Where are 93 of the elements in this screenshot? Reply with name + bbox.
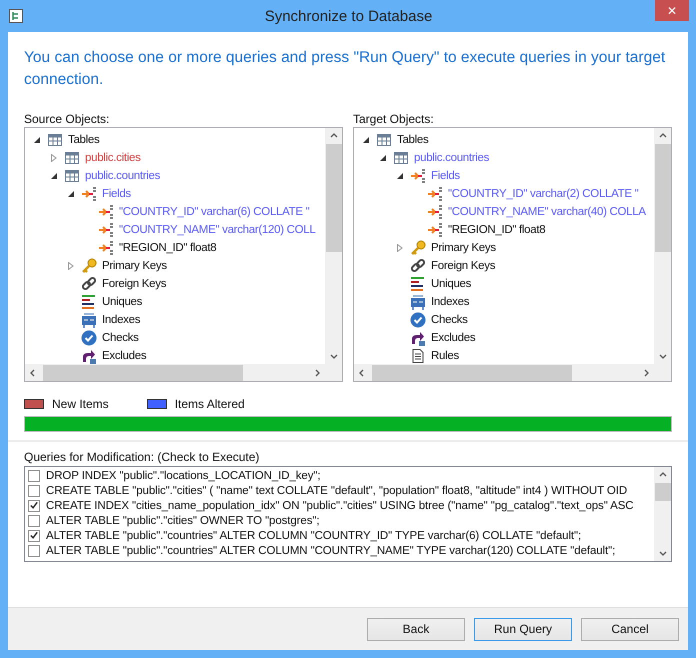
- expand-icon[interactable]: [50, 154, 58, 162]
- tree-item[interactable]: "COUNTRY_ID" varchar(6) COLLATE ": [119, 206, 310, 218]
- chain-icon: [81, 276, 97, 292]
- table-icon: [393, 150, 409, 166]
- table-icon: [64, 168, 80, 184]
- query-text: ALTER TABLE "public"."cities" OWNER TO "postgres";: [46, 514, 320, 526]
- query-text: ALTER TABLE "public"."countries" ALTER COLUMN "COUNTRY_ID" TYPE varchar(6) COLLATE "default";: [46, 530, 582, 542]
- fields-icon: [81, 186, 97, 202]
- vertical-scrollbar[interactable]: [654, 128, 671, 364]
- tree-item[interactable]: "REGION_ID" float8: [448, 224, 546, 236]
- table-icon: [47, 132, 63, 148]
- chain-icon: [410, 258, 426, 274]
- tree-item[interactable]: public.countries: [414, 152, 490, 164]
- scrollbar-thumb[interactable]: [43, 364, 243, 380]
- tree-item[interactable]: Uniques: [431, 278, 472, 290]
- expand-icon[interactable]: [396, 244, 404, 252]
- pane-label: Source Objects:: [24, 111, 110, 127]
- vertical-scrollbar[interactable]: [654, 467, 671, 561]
- field-icon: [98, 222, 114, 238]
- collapse-icon[interactable]: [50, 172, 58, 180]
- dialog-button[interactable]: Run Query: [474, 618, 572, 640]
- lines-icon: [410, 276, 426, 292]
- query-text: CREATE TABLE "public"."cities" ( "name" text COLLATE "default", "population" float8, "altitude" int4 ) WITHOUT OID: [46, 484, 628, 496]
- key-icon: [410, 240, 426, 256]
- collapse-icon[interactable]: [379, 154, 387, 162]
- fields-icon: [410, 168, 426, 184]
- arrow-icon: [410, 330, 426, 346]
- tree-item[interactable]: Excludes: [102, 350, 146, 362]
- dialog-button[interactable]: Back: [367, 618, 465, 640]
- tree-item[interactable]: "COUNTRY_ID" varchar(2) COLLATE ": [448, 188, 638, 200]
- tree-item[interactable]: Tables: [397, 134, 428, 146]
- tree-item[interactable]: public.countries: [85, 170, 160, 182]
- tree-item[interactable]: Uniques: [102, 296, 142, 308]
- field-icon: [98, 204, 114, 220]
- checkbox[interactable]: [28, 484, 40, 496]
- queries-label: Queries for Modification: (Check to Execute): [24, 450, 260, 464]
- collapse-icon[interactable]: [67, 190, 75, 198]
- vertical-scrollbar[interactable]: [325, 128, 342, 364]
- query-text: ALTER TABLE "public"."countries" ALTER COLUMN "COUNTRY_NAME" TYPE varchar(120) COLLATE "default";: [46, 544, 616, 556]
- tree-item[interactable]: "REGION_ID" float8: [119, 242, 216, 254]
- scrollbar-thumb[interactable]: [654, 144, 670, 252]
- field-icon: [427, 186, 443, 202]
- query-text: DROP INDEX "public"."locations_LOCATION_ID_key";: [46, 470, 320, 482]
- checkbox[interactable]: [28, 470, 40, 482]
- tree-item[interactable]: Indexes: [102, 314, 140, 326]
- tree-item[interactable]: Indexes: [431, 296, 470, 308]
- legend-label: Items Altered: [174, 397, 245, 411]
- tree-item[interactable]: Primary Keys: [431, 242, 496, 254]
- tree-item[interactable]: "COUNTRY_NAME" varchar(40) COLLA: [448, 206, 646, 218]
- checkbox[interactable]: [28, 530, 40, 542]
- checkbox[interactable]: [28, 544, 40, 556]
- checkbox[interactable]: [28, 514, 40, 526]
- pane-label: Target Objects:: [353, 111, 435, 127]
- checkbox[interactable]: [28, 500, 40, 512]
- tree-item[interactable]: Checks: [431, 314, 468, 326]
- scrollbar-thumb[interactable]: [326, 144, 342, 252]
- tree-item[interactable]: Primary Keys: [102, 260, 167, 272]
- collapse-icon[interactable]: [33, 136, 41, 144]
- check-icon: [410, 312, 426, 328]
- tree-item[interactable]: Foreign Keys: [431, 260, 496, 272]
- intro-text: You can choose one or more queries and press "Run Query" to execute queries in your target connection.: [24, 48, 666, 90]
- field-icon: [98, 240, 114, 256]
- tree-item[interactable]: Checks: [102, 332, 139, 344]
- tree-item[interactable]: Fields: [431, 170, 460, 182]
- index-icon: [81, 312, 97, 328]
- lines-icon: [81, 294, 97, 310]
- document-icon: [410, 348, 426, 364]
- dialog-button[interactable]: Cancel: [581, 618, 679, 640]
- field-icon: [427, 204, 443, 220]
- legend-label: New Items: [52, 397, 109, 411]
- window-title: Synchronize to Database: [264, 8, 432, 24]
- tree-item[interactable]: Rules: [431, 350, 459, 362]
- tree-item[interactable]: Fields: [102, 188, 131, 200]
- tree-item[interactable]: public.cities: [85, 152, 141, 164]
- collapse-icon[interactable]: [362, 136, 370, 144]
- scrollbar-thumb[interactable]: [372, 364, 572, 380]
- app-icon: [8, 8, 24, 24]
- check-icon: [81, 330, 97, 346]
- key-icon: [81, 258, 97, 274]
- expand-icon[interactable]: [67, 262, 75, 270]
- table-icon: [64, 150, 80, 166]
- tree-item[interactable]: Tables: [68, 134, 100, 146]
- tree-item[interactable]: "COUNTRY_NAME" varchar(120) COLL: [119, 224, 316, 236]
- collapse-icon[interactable]: [396, 172, 404, 180]
- table-icon: [376, 132, 392, 148]
- close-button[interactable]: ✕: [655, 0, 689, 21]
- tree-item[interactable]: Foreign Keys: [102, 278, 166, 290]
- index-icon: [410, 294, 426, 310]
- arrow-icon: [81, 348, 97, 364]
- tree-item[interactable]: Excludes: [431, 332, 476, 344]
- scrollbar-thumb[interactable]: [654, 483, 670, 501]
- query-text: CREATE INDEX "cities_name_population_idx" ON "public"."cities" USING btree ("name" "pg_catalog"."text_ops" ASC: [46, 500, 634, 512]
- field-icon: [427, 222, 443, 238]
